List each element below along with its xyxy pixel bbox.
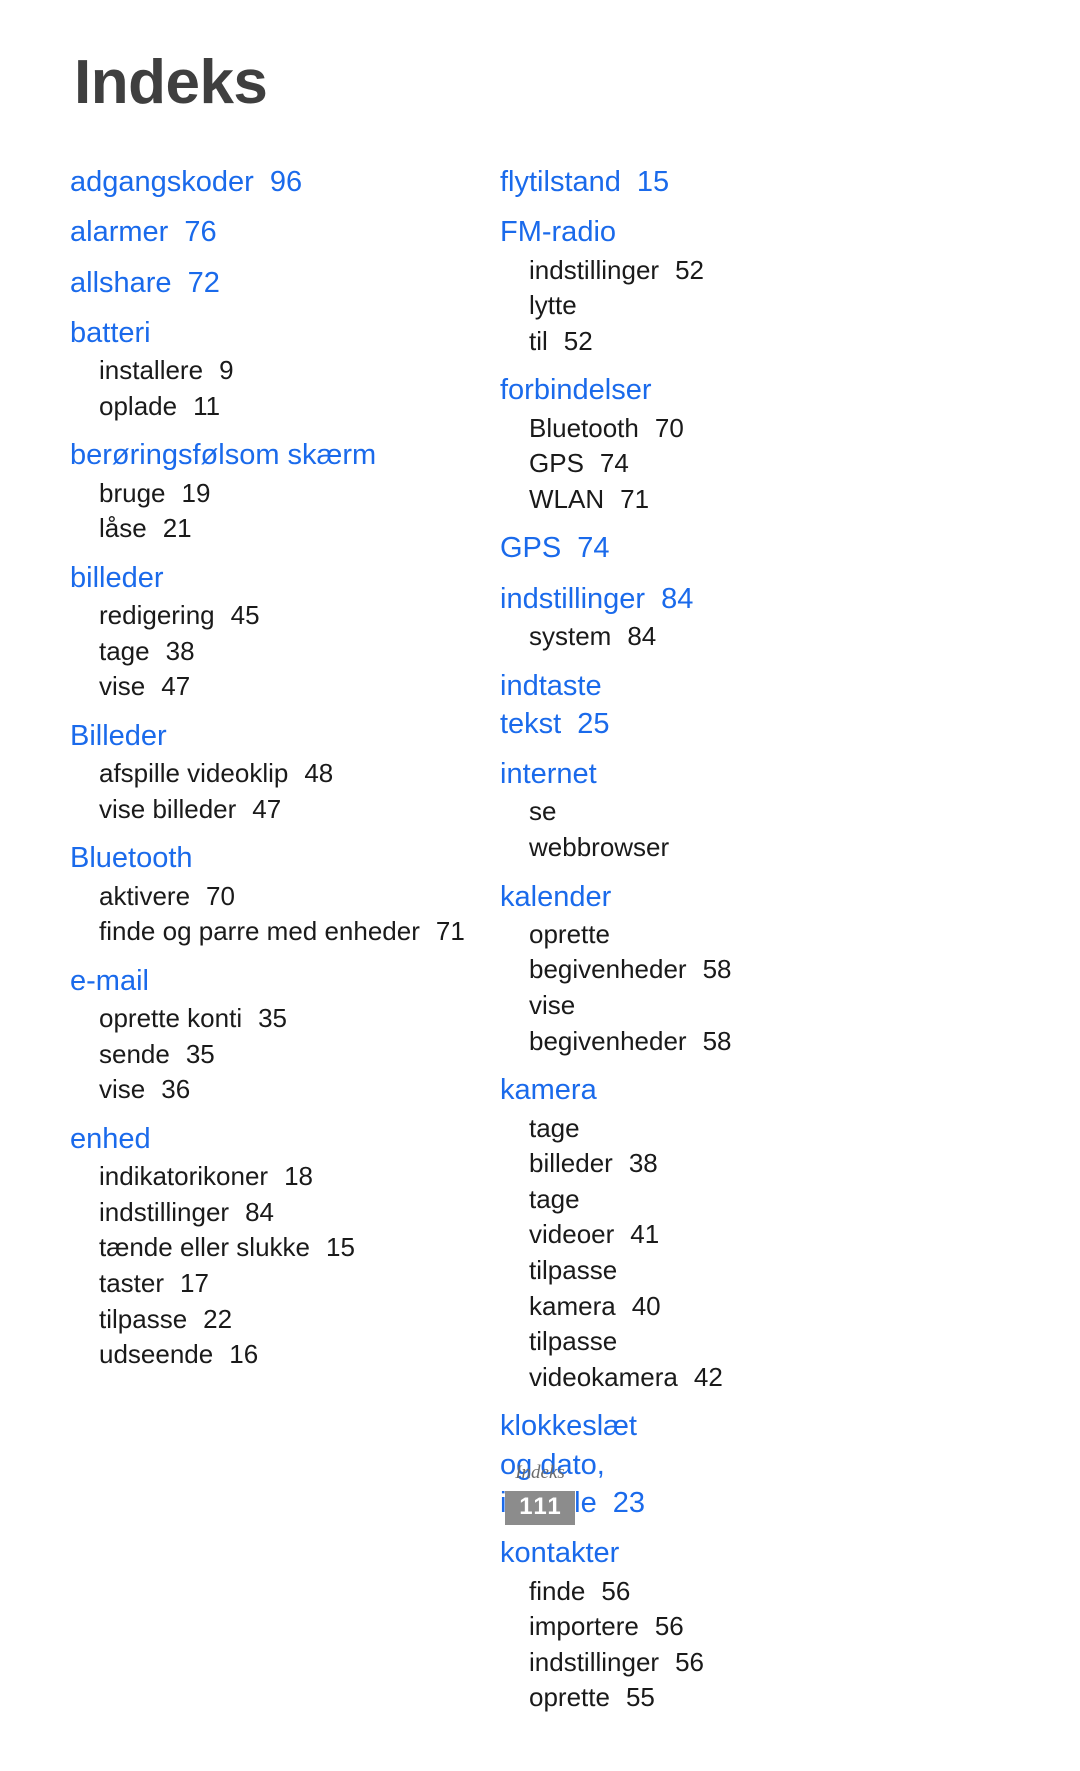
index-subentry[interactable]: oprette 55 (500, 1680, 655, 1716)
index-page: Indeks adgangskoder 96 alarmer 76 allshare 72… (0, 0, 1080, 1771)
page-number-badge: 111 (505, 1490, 575, 1526)
index-subentry-label: se webbrowser (529, 796, 670, 862)
index-subentry[interactable]: system 84 (500, 619, 656, 655)
index-subentry-label: WLAN (529, 483, 605, 514)
index-entry: flytilstand 15 (500, 163, 669, 201)
index-subentry[interactable]: WLAN 71 (500, 482, 649, 518)
index-entry: kontakter finde 56 importere 56 indstillinger… (500, 1534, 704, 1716)
index-subentry-page-number: 52 (563, 325, 593, 356)
index-subentry-label: tilpasse videokamera (529, 1326, 678, 1392)
index-subentry[interactable]: vise begivenheder 58 (500, 988, 732, 1059)
index-subentry-list: Bluetooth 70 GPS 74 WLAN 71 (500, 411, 684, 518)
index-entry-label: flytilstand (500, 166, 621, 198)
index-entry-label: kalender (500, 880, 612, 913)
index-entry-label: kontakter (500, 1537, 620, 1570)
index-subentry[interactable]: Bluetooth 70 (500, 411, 684, 447)
index-entry-heading[interactable]: kontakter (500, 1534, 622, 1572)
index-entry-label: kamera (500, 1074, 597, 1107)
index-subentry-list: system 84 (500, 619, 656, 655)
index-subentry[interactable]: finde 56 (500, 1574, 630, 1610)
index-subentry-label: tage billeder (529, 1112, 613, 1179)
index-entry-heading[interactable]: indstillinger 84 (500, 580, 693, 618)
index-entry-page-number: 74 (577, 532, 610, 565)
index-subentry-page-number: 74 (599, 448, 629, 479)
index-entry-heading[interactable]: internet (500, 755, 622, 793)
index-subentry[interactable]: se webbrowser (500, 794, 669, 865)
index-entry: internet se webbrowser (500, 755, 669, 865)
page-title: Indeks (74, 48, 268, 117)
index-entry-heading[interactable]: indtaste tekst 25 (500, 667, 622, 744)
index-subentry-page-number: 58 (702, 1025, 732, 1056)
index-subentry-label: indstillinger (529, 1646, 660, 1677)
index-subentry-label: indstillinger (529, 254, 660, 285)
index-subentry-label: oprette begivenheder (529, 918, 687, 985)
index-subentry-page-number: 84 (627, 620, 657, 651)
index-subentry-page-number: 70 (654, 412, 684, 443)
index-entry-page-number: 25 (577, 707, 610, 740)
index-subentry-page-number: 41 (630, 1219, 660, 1250)
index-subentry[interactable]: lytte til 52 (500, 288, 622, 359)
index-subentry-page-number: 56 (601, 1575, 631, 1606)
index-subentry-list: se webbrowser (500, 794, 669, 865)
index-subentry[interactable]: indstillinger 56 (500, 1645, 704, 1681)
index-subentry-label: finde (529, 1575, 586, 1606)
index-subentry-label: tage videoer (529, 1183, 615, 1250)
index-subentry-page-number: 71 (620, 483, 650, 514)
index-entry-label: FM-radio (500, 216, 617, 249)
index-subentry-label: importere (529, 1611, 639, 1642)
page-footer: Indeks 111 (0, 1462, 1080, 1526)
index-entry-page-number: 84 (661, 582, 694, 615)
index-entry-label: GPS (500, 532, 562, 565)
index-entry: GPS 74 (500, 529, 622, 567)
index-subentry-page-number: 56 (654, 1611, 684, 1642)
index-entry: forbindelser Bluetooth 70 GPS 74 WLAN 71 (500, 371, 684, 518)
index-subentry[interactable]: tilpasse videokamera 42 (500, 1324, 723, 1395)
index-subentry-label: Bluetooth (529, 412, 639, 443)
index-subentry-list: tage billeder 38 tage videoer 41 tilpasse ka… (500, 1111, 723, 1396)
index-subentry-label: vise begivenheder (529, 990, 687, 1056)
index-subentry-page-number: 55 (625, 1682, 655, 1713)
index-subentry[interactable]: tage billeder 38 (500, 1111, 658, 1182)
index-subentry[interactable]: oprette begivenheder 58 (500, 917, 732, 988)
index-entry-heading[interactable]: kalender (500, 878, 622, 916)
index-subentry-list: oprette begivenheder 58 vise begivenheder 5… (500, 917, 732, 1059)
index-entry-label: forbindelser (500, 374, 652, 407)
index-subentry-label: system (529, 620, 612, 651)
index-subentry-label: tilpasse kamera (529, 1255, 618, 1321)
index-subentry-page-number: 38 (628, 1148, 658, 1179)
index-entry: indstillinger 84 system 84 (500, 580, 693, 655)
index-subentry-page-number: 52 (675, 254, 704, 285)
index-entry-label: internet (500, 758, 597, 791)
index-subentry[interactable]: tilpasse kamera 40 (500, 1253, 661, 1324)
index-entry: FM-radio indstillinger 52 lytte til 52 (500, 213, 704, 360)
index-entry: kalender oprette begivenheder 58 vise begiv… (500, 878, 732, 1060)
index-subentry-page-number: 58 (702, 954, 732, 985)
index-entry-page-number: 15 (636, 166, 670, 198)
index-entry: indtaste tekst 25 (500, 667, 622, 744)
index-entry-heading[interactable]: GPS 74 (500, 529, 622, 567)
index-subentry[interactable]: importere 56 (500, 1609, 684, 1645)
index-subentry-label: GPS (529, 448, 584, 479)
index-subentry-page-number: 40 (631, 1290, 661, 1321)
index-entry-heading[interactable]: flytilstand 15 (500, 163, 669, 201)
index-subentry-page-number: 42 (693, 1361, 723, 1392)
index-entry-heading[interactable]: kamera (500, 1071, 622, 1109)
index-entry: kamera tage billeder 38 tage videoer 41 tilpa… (500, 1071, 723, 1396)
index-entry-heading[interactable]: forbindelser (500, 371, 652, 409)
index-subentry-list: indstillinger 52 lytte til 52 (500, 253, 704, 360)
index-subentry[interactable]: indstillinger 52 (500, 253, 704, 289)
index-subentry-label: oprette (529, 1682, 610, 1713)
index-entry-heading[interactable]: FM-radio (500, 213, 622, 251)
index-subentry[interactable]: GPS 74 (500, 446, 629, 482)
index-subentry[interactable]: tage videoer 41 (500, 1182, 659, 1253)
index-entry-label: indstillinger (500, 582, 646, 615)
footer-label: Indeks (515, 1462, 565, 1483)
index-subentry-list: finde 56 importere 56 indstillinger 56 oprette… (500, 1574, 704, 1716)
index-subentry-page-number: 56 (675, 1646, 704, 1677)
